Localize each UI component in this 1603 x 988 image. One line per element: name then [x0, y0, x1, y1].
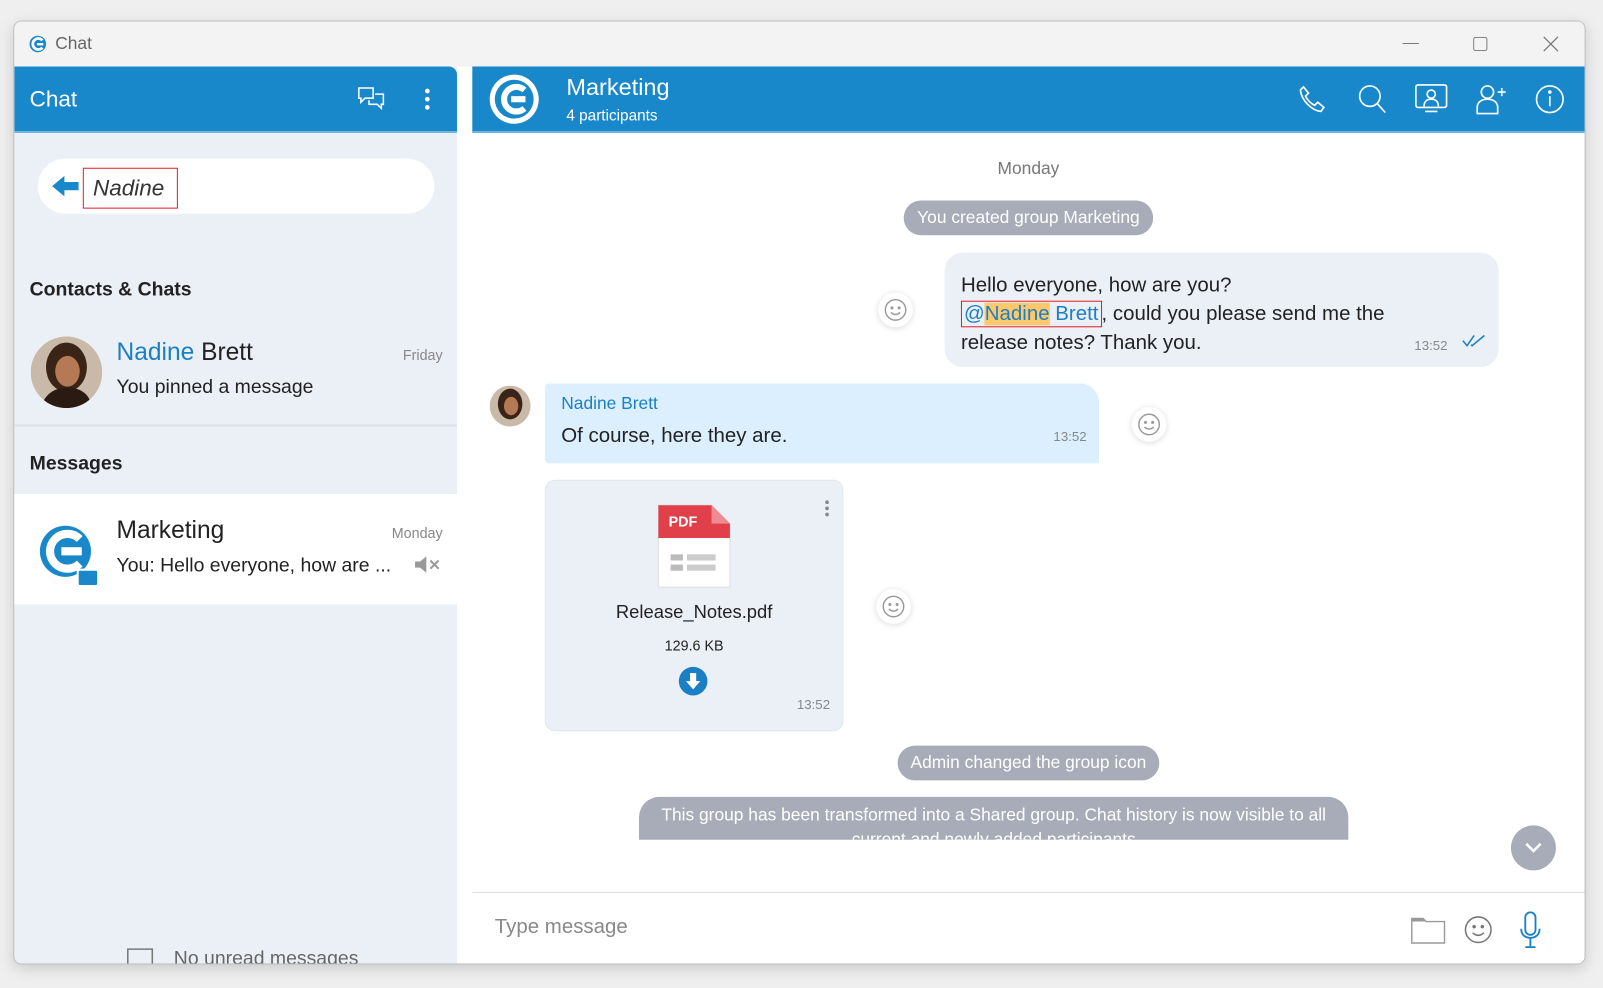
window-title: Chat: [55, 33, 92, 54]
file-attachment[interactable]: PDF Release_Notes.pdf 129.6 KB 13:52: [544, 479, 844, 732]
messages-heading: Messages: [29, 453, 123, 475]
mention-link[interactable]: @Nadine Brett: [960, 300, 1102, 328]
group-avatar[interactable]: [489, 74, 539, 124]
message-text: Of course, here they are.: [561, 424, 788, 447]
scroll-down-button[interactable]: [1510, 825, 1556, 871]
pdf-badge: PDF: [668, 513, 698, 530]
no-unread-text: No unread messages: [173, 948, 359, 965]
chat-header: Marketing 4 participants: [472, 66, 1585, 133]
search-icon[interactable]: [1354, 80, 1391, 117]
sidebar-header: Chat: [14, 66, 457, 133]
download-icon[interactable]: [678, 666, 709, 697]
chat-date: Monday: [391, 524, 443, 542]
search-field[interactable]: Nadine: [37, 158, 435, 214]
outgoing-message[interactable]: Hello everyone, how are you? @Nadine Bre…: [944, 252, 1499, 368]
avatar: [30, 336, 103, 409]
incoming-message[interactable]: Nadine Brett Of course, here they are. 1…: [544, 383, 1099, 464]
file-options-icon[interactable]: [824, 499, 830, 517]
title-bar: Chat: [14, 21, 1585, 67]
sidebar: Chat Nadine Contacts & Chats Nadine Bret…: [14, 66, 457, 965]
system-message: You created group Marketing: [903, 200, 1153, 236]
minimize-button[interactable]: [1380, 21, 1441, 66]
sender-avatar: [489, 385, 531, 427]
folder-icon[interactable]: [1411, 915, 1446, 944]
day-separator: Monday: [997, 158, 1060, 178]
system-message: Admin changed the group icon: [897, 745, 1160, 781]
maximize-button[interactable]: [1450, 21, 1511, 66]
app-logo-icon: [29, 35, 47, 53]
chat-preview: You: Hello everyone, how are ...: [116, 555, 392, 577]
contact-name-rest: Brett: [194, 338, 253, 367]
group-logo-icon: [39, 525, 100, 588]
chat-name: Marketing: [116, 516, 225, 545]
message-composer: Type message: [472, 891, 1585, 964]
chat-item-marketing[interactable]: Marketing You: Hello everyone, how are .…: [14, 494, 457, 605]
sidebar-title: Chat: [29, 85, 78, 111]
contact-subtitle: You pinned a message: [116, 376, 314, 398]
emoji-icon[interactable]: [1464, 915, 1493, 944]
info-icon[interactable]: [1531, 80, 1568, 117]
new-chat-icon[interactable]: [351, 85, 392, 112]
message-line: release notes? Thank you.: [960, 331, 1202, 354]
message-icon: [127, 948, 154, 964]
contact-name-match: Nadine: [116, 338, 195, 367]
file-size: 129.6 KB: [664, 637, 724, 654]
add-participant-icon[interactable]: [1472, 80, 1509, 117]
contact-date: Friday: [402, 346, 443, 364]
system-message: This group has been transformed into a S…: [638, 796, 1349, 840]
react-emoji-button[interactable]: [878, 292, 913, 328]
contacts-heading: Contacts & Chats: [29, 279, 192, 301]
message-time: 13:52: [1053, 428, 1087, 444]
close-button[interactable]: [1520, 21, 1581, 66]
message-line: Hello everyone, how are you?: [960, 274, 1232, 297]
file-name: Release_Notes.pdf: [615, 601, 773, 622]
message-time: 13:52: [1414, 337, 1448, 353]
back-arrow-icon[interactable]: [52, 174, 79, 199]
chat-pane: Marketing 4 participants Monday You creat…: [472, 66, 1585, 964]
message-input[interactable]: Type message: [495, 915, 628, 939]
microphone-icon[interactable]: [1519, 911, 1541, 949]
contact-item-nadine-brett[interactable]: Nadine Brett You pinned a message Friday: [14, 322, 457, 427]
sender-name: Nadine Brett: [561, 393, 658, 414]
more-options-icon[interactable]: [412, 87, 443, 110]
mention-last-name: Brett: [1049, 302, 1099, 326]
participants-count[interactable]: 4 participants: [566, 107, 1294, 124]
search-input[interactable]: Nadine: [82, 167, 178, 209]
chevron-down-icon: [1525, 842, 1542, 853]
file-time: 13:52: [796, 696, 831, 712]
no-unread-status: No unread messages: [127, 948, 359, 965]
mention-at: @: [964, 302, 985, 326]
chat-title: Marketing: [566, 73, 670, 100]
read-receipt-icon: [1462, 334, 1485, 347]
muted-icon: [415, 556, 440, 573]
react-emoji-button[interactable]: [876, 589, 911, 624]
react-emoji-button[interactable]: [1131, 407, 1167, 442]
video-conference-icon[interactable]: [1413, 80, 1450, 117]
message-text: , could you please send me the: [1101, 302, 1385, 326]
chat-window: Chat Chat Nadine Contacts & Chats Nadine…: [13, 20, 1586, 965]
mention-first-name: Nadine: [984, 302, 1050, 326]
phone-icon[interactable]: [1294, 80, 1331, 117]
